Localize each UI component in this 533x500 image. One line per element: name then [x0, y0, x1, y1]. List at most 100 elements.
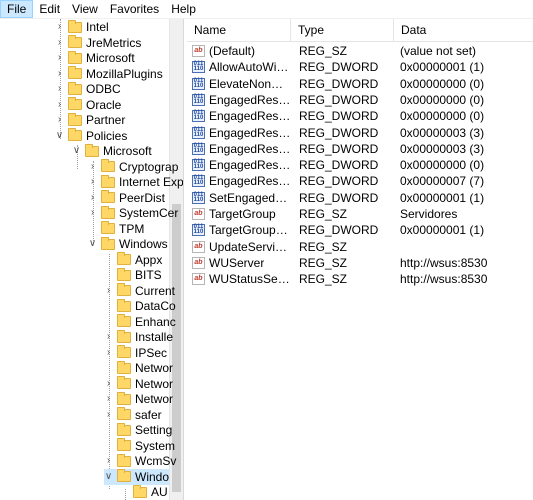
tree-node-microsoft[interactable]: › Microsoft [55, 50, 135, 66]
tree-node-label: Appx [135, 252, 163, 267]
tree-node-appx[interactable]: Appx [104, 252, 162, 268]
value-row[interactable]: 011110 EngagedRestart... REG_DWORD 0x000000… [187, 141, 533, 157]
menu-file[interactable]: File [0, 0, 34, 18]
tree-node-label: safer [135, 407, 162, 422]
column-header-data[interactable]: Data [394, 19, 533, 41]
expand-chevron-icon[interactable]: › [55, 97, 64, 113]
dword-value-icon: 011 110 [192, 142, 205, 155]
tree-node-dataco[interactable]: DataCo [104, 298, 176, 314]
collapse-chevron-icon[interactable]: ∨ [104, 469, 113, 485]
expand-chevron-icon[interactable]: › [55, 81, 64, 97]
collapse-chevron-icon[interactable]: ∨ [88, 236, 97, 252]
menu-bar: File Edit View Favorites Help [0, 0, 533, 19]
tree-node-label: Microsoft [103, 144, 152, 158]
tree-node-au[interactable]: AU [120, 484, 168, 500]
expand-chevron-icon[interactable]: › [104, 391, 113, 407]
folder-icon [101, 205, 115, 219]
tree-node-windo[interactable]: ∨ Windo [104, 468, 170, 485]
tree-node-safer[interactable]: › safer [104, 407, 162, 423]
expand-chevron-icon[interactable]: › [104, 329, 113, 345]
collapse-chevron-icon[interactable]: ∨ [55, 128, 64, 144]
column-header-name[interactable]: Name [187, 19, 291, 41]
value-name: ElevateNonAd... [209, 76, 291, 91]
tree-node-intel[interactable]: › Intel [55, 19, 109, 35]
value-data: 0x00000003 (3) [400, 141, 485, 156]
tree-node-setting[interactable]: Setting [104, 422, 172, 438]
tree-node-networ[interactable]: › Networ [104, 376, 173, 392]
value-row[interactable]: ab (Default) REG_SZ (value not set) [187, 43, 533, 59]
folder-icon [117, 345, 131, 358]
value-row[interactable]: 011110 TargetGroupEna... REG_DWORD 0x000000… [187, 222, 533, 238]
tree-node-policies[interactable]: ∨ Policies [55, 128, 127, 144]
value-row[interactable]: 011110 EngagedRestart... REG_DWORD 0x000000… [187, 92, 533, 108]
expand-chevron-icon[interactable]: › [55, 19, 64, 35]
tree-node-jremetrics[interactable]: › JreMetrics [55, 35, 141, 51]
menu-view[interactable]: View [66, 0, 104, 18]
value-row[interactable]: 011 110 AllowAutoWind... REG_DWORD 0x0000000… [187, 59, 533, 75]
tree-node-system[interactable]: System [104, 438, 175, 454]
value-row[interactable]: 011110 EngagedRestart... REG_DWORD 0x000000… [187, 125, 533, 141]
tree-node-cryptograp[interactable]: › Cryptograp [88, 159, 178, 175]
tree-node-odbc[interactable]: › ODBC [55, 81, 121, 97]
value-type: REG_DWORD [299, 109, 379, 124]
tree-node-current[interactable]: › Current [104, 283, 175, 299]
menu-help[interactable]: Help [165, 0, 202, 18]
column-header-type[interactable]: Type [291, 19, 394, 41]
expand-chevron-icon[interactable]: › [55, 35, 64, 51]
tree-node-enhanc[interactable]: Enhanc [104, 314, 176, 330]
tree-node-networ[interactable]: Networ [104, 360, 173, 376]
expand-chevron-icon[interactable]: › [104, 376, 113, 392]
expand-chevron-icon[interactable]: › [104, 345, 113, 361]
tree-node-microsoft[interactable]: ∨ Microsoft [72, 143, 152, 159]
tree-node-wcmsv[interactable]: › WcmSv [104, 453, 176, 469]
value-row[interactable]: 011110 EngagedRestart... REG_DWORD 0x000000… [187, 157, 533, 173]
value-row[interactable]: 011110 EngagedRestart... REG_DWORD 0x000000… [187, 108, 533, 124]
tree-node-installe[interactable]: › Installe [104, 329, 173, 345]
value-row[interactable]: ab WUServer REG_SZ http://wsus:8530 [187, 255, 533, 271]
value-type: REG_SZ [299, 272, 348, 287]
expand-chevron-icon[interactable]: › [88, 159, 97, 175]
tree-node-peerdist[interactable]: › PeerDist [88, 190, 165, 206]
expand-chevron-icon[interactable]: › [104, 407, 113, 423]
tree-node-tpm[interactable]: TPM [88, 221, 144, 237]
expand-chevron-icon[interactable]: › [104, 283, 113, 299]
tree-node-mozillaplugins[interactable]: › MozillaPlugins [55, 66, 163, 82]
expand-chevron-icon[interactable]: › [55, 112, 64, 128]
tree-node-windows[interactable]: ∨ Windows [88, 236, 168, 252]
tree-node-partner[interactable]: › Partner [55, 112, 125, 128]
tree-node-internet-exp[interactable]: › Internet Exp [88, 174, 183, 190]
tree-node-label: JreMetrics [86, 35, 142, 50]
menu-edit[interactable]: Edit [33, 0, 66, 18]
folder-icon [68, 19, 82, 33]
tree-node-oracle[interactable]: › Oracle [55, 97, 121, 113]
expand-chevron-icon[interactable]: › [88, 205, 97, 221]
folder-icon [117, 376, 131, 389]
tree-node-bits[interactable]: BITS [104, 267, 162, 283]
expand-chevron-icon[interactable]: › [88, 190, 97, 206]
tree-node-label: DataCo [135, 299, 176, 313]
tree-node-label: IPSec [135, 345, 168, 360]
folder-icon [85, 143, 99, 157]
expand-chevron-icon[interactable]: › [55, 66, 64, 82]
expand-chevron-icon[interactable]: › [55, 50, 64, 66]
folder-icon [117, 438, 131, 451]
tree-node-systemcer[interactable]: › SystemCer [88, 205, 178, 221]
expand-chevron-icon[interactable]: › [104, 453, 113, 469]
tree-node-ipsec[interactable]: › IPSec [104, 345, 167, 361]
string-value-icon: ab [192, 45, 205, 57]
value-row[interactable]: ab WUStatusServer REG_SZ http://wsus:8530 [187, 271, 533, 287]
value-row[interactable]: ab TargetGroup REG_SZ Servidores [187, 206, 533, 222]
collapse-chevron-icon[interactable]: ∨ [72, 143, 81, 159]
expand-chevron-icon[interactable]: › [88, 174, 97, 190]
menu-favorites[interactable]: Favorites [104, 0, 165, 18]
value-type: REG_DWORD [299, 60, 379, 75]
value-row[interactable]: ab UpdateServiceU... REG_SZ [187, 239, 533, 255]
value-row[interactable]: 011110 SetEngagedRest... REG_DWORD 0x000000… [187, 190, 533, 206]
value-row[interactable]: 011 110 ElevateNonAd... REG_DWORD 0x00000000… [187, 76, 533, 92]
value-row[interactable]: 011110 EngagedRestart... REG_DWORD 0x000000… [187, 173, 533, 189]
tree-node-networ[interactable]: › Networ [104, 391, 173, 407]
value-name: AllowAutoWind... [209, 60, 291, 75]
